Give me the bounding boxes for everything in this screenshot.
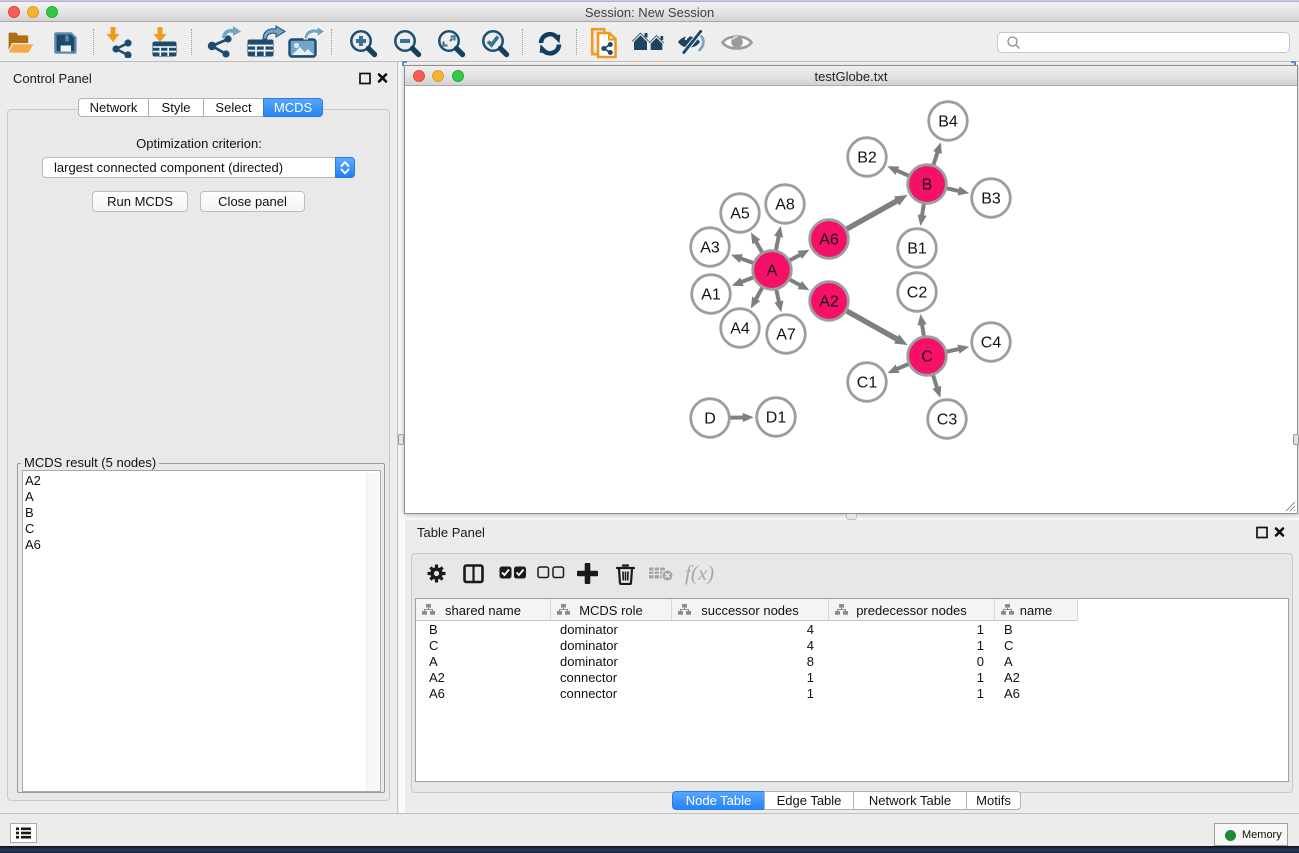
svg-text:D: D [704, 411, 716, 428]
svg-text:C4: C4 [981, 335, 1002, 352]
svg-text:A2: A2 [819, 294, 839, 311]
svg-text:B4: B4 [938, 114, 958, 131]
svg-text:A5: A5 [730, 206, 750, 223]
svg-text:A1: A1 [701, 287, 721, 304]
svg-text:B1: B1 [907, 241, 927, 258]
svg-text:B: B [922, 177, 933, 194]
svg-text:A: A [767, 263, 778, 280]
svg-text:C: C [921, 349, 933, 366]
svg-text:C3: C3 [937, 412, 958, 429]
svg-text:C1: C1 [857, 375, 878, 392]
svg-text:B3: B3 [981, 191, 1001, 208]
svg-text:C2: C2 [907, 285, 928, 302]
svg-text:A6: A6 [819, 232, 839, 249]
svg-text:A8: A8 [775, 197, 795, 214]
svg-text:A4: A4 [730, 321, 750, 338]
svg-text:A7: A7 [776, 327, 796, 344]
svg-text:A3: A3 [700, 240, 720, 257]
svg-text:D1: D1 [766, 410, 787, 427]
svg-text:B2: B2 [857, 150, 877, 167]
